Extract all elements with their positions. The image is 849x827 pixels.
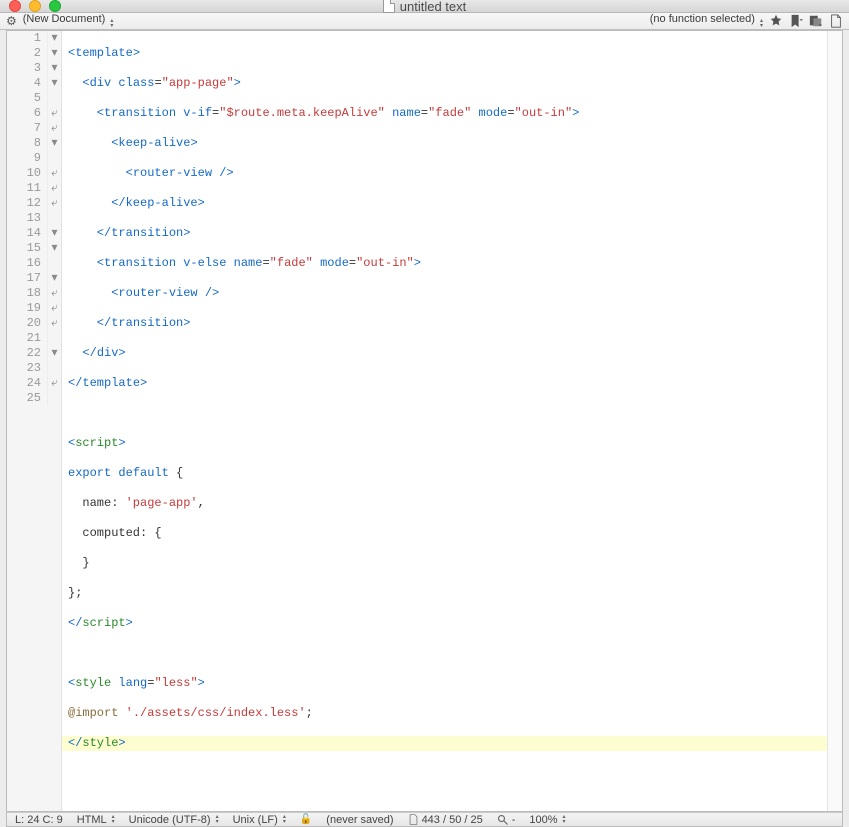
counterpart-icon[interactable] (809, 14, 823, 28)
document-popup[interactable]: (New Document) ▴▾ (23, 13, 114, 29)
magnifier-icon (497, 814, 509, 826)
close-window-button[interactable] (9, 0, 21, 12)
code-line: computed: { (68, 526, 827, 541)
bookmark-dropdown-icon[interactable] (789, 14, 803, 28)
cursor-position[interactable]: L: 24 C: 9 (15, 814, 63, 826)
vertical-scrollbar[interactable] (827, 31, 842, 811)
code-line (68, 646, 827, 661)
navigation-toolbar: ⚙ (New Document) ▴▾ (no function selecte… (0, 13, 849, 30)
updown-icon: ▴▾ (216, 815, 219, 825)
updown-icon: ▴▾ (112, 815, 115, 825)
code-line: <keep-alive> (68, 136, 827, 151)
code-line: </template> (68, 376, 827, 391)
language-popup[interactable]: HTML▴▾ (77, 814, 115, 826)
window-titlebar: untitled text (0, 0, 849, 13)
zoom-control[interactable]: - (497, 814, 516, 826)
code-line: <transition v-if="$route.meta.keepAlive"… (68, 106, 827, 121)
code-line: </keep-alive> (68, 196, 827, 211)
code-line: @import './assets/css/index.less'; (68, 706, 827, 721)
code-line: </div> (68, 346, 827, 361)
code-line: <script> (68, 436, 827, 451)
lock-icon[interactable]: 🔓 (300, 814, 312, 825)
gear-icon[interactable]: ⚙ (6, 14, 17, 28)
document-icon[interactable] (829, 14, 843, 28)
fold-toggle[interactable]: ▾ (47, 31, 61, 46)
document-popup-label: (New Document) (23, 13, 106, 25)
document-stats[interactable]: 443 / 50 / 25 (408, 813, 483, 826)
save-status: (never saved) (326, 814, 393, 826)
line-gutter[interactable]: 1▾ 2▾ 3▾ 4▾ 5 6⤶ 7⤶ 8▾ 9 10⤶ 11⤶ 12⤶ 13 … (7, 31, 62, 811)
status-bar: L: 24 C: 9 HTML▴▾ Unicode (UTF-8)▴▾ Unix… (6, 812, 843, 827)
updown-icon: ▴▾ (563, 815, 566, 825)
line-ending-popup[interactable]: Unix (LF)▴▾ (233, 814, 286, 826)
code-line: </transition> (68, 226, 827, 241)
code-line: }; (68, 586, 827, 601)
code-line: } (68, 556, 827, 571)
page-icon (408, 813, 419, 826)
code-line: <transition v-else name="fade" mode="out… (68, 256, 827, 271)
pin-icon[interactable] (769, 14, 783, 28)
code-line: </script> (68, 616, 827, 631)
updown-icon: ▴▾ (110, 19, 113, 29)
document-icon (383, 0, 395, 13)
code-line: <router-view /> (68, 286, 827, 301)
zoom-level[interactable]: 100%▴▾ (529, 814, 565, 826)
editor: 1▾ 2▾ 3▾ 4▾ 5 6⤶ 7⤶ 8▾ 9 10⤶ 11⤶ 12⤶ 13 … (6, 30, 843, 812)
code-line-current: </style> (62, 736, 827, 751)
code-line: <div class="app-page"> (68, 76, 827, 91)
code-line (68, 406, 827, 421)
code-line: <template> (68, 46, 827, 61)
zoom-window-button[interactable] (49, 0, 61, 12)
encoding-popup[interactable]: Unicode (UTF-8)▴▾ (129, 814, 219, 826)
code-line: name: 'page-app', (68, 496, 827, 511)
function-popup-label: (no function selected) (650, 13, 755, 25)
code-area[interactable]: <template> <div class="app-page"> <trans… (62, 31, 827, 811)
window-title-text: untitled text (400, 0, 467, 14)
code-line (68, 766, 827, 781)
updown-icon: ▴▾ (283, 815, 286, 825)
code-line: </transition> (68, 316, 827, 331)
code-line: export default { (68, 466, 827, 481)
line-number: 1 (7, 31, 47, 46)
window-controls (9, 0, 61, 12)
function-popup[interactable]: (no function selected) ▴▾ (650, 13, 763, 29)
minimize-window-button[interactable] (29, 0, 41, 12)
updown-icon: ▴▾ (760, 19, 763, 29)
window-title: untitled text (0, 0, 849, 14)
code-line: <router-view /> (68, 166, 827, 181)
code-line: <style lang="less"> (68, 676, 827, 691)
